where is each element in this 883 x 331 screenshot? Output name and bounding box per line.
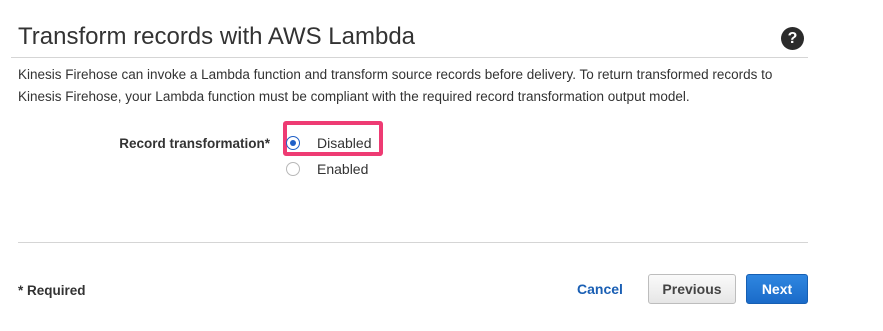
- radio-label-enabled: Enabled: [317, 161, 369, 177]
- section-title: Transform records with AWS Lambda: [18, 23, 416, 50]
- transform-records-page: Transform records with AWS Lambda ? Kine…: [0, 0, 883, 331]
- next-button[interactable]: Next: [746, 274, 808, 304]
- required-note: * Required: [18, 283, 86, 298]
- radio-option-disabled[interactable]: Disabled: [286, 135, 371, 151]
- question-circle-icon[interactable]: ?: [781, 27, 804, 50]
- radio-button-enabled[interactable]: [286, 162, 300, 176]
- previous-button[interactable]: Previous: [648, 274, 736, 304]
- radio-label-disabled: Disabled: [317, 135, 372, 151]
- record-transformation-label: Record transformation*: [119, 136, 270, 151]
- radio-option-enabled[interactable]: Enabled: [286, 161, 368, 177]
- footer-divider: [18, 242, 808, 243]
- radio-button-disabled[interactable]: [286, 136, 300, 150]
- title-divider: [11, 57, 808, 58]
- section-description: Kinesis Firehose can invoke a Lambda fun…: [18, 67, 773, 104]
- cancel-button[interactable]: Cancel: [577, 281, 623, 297]
